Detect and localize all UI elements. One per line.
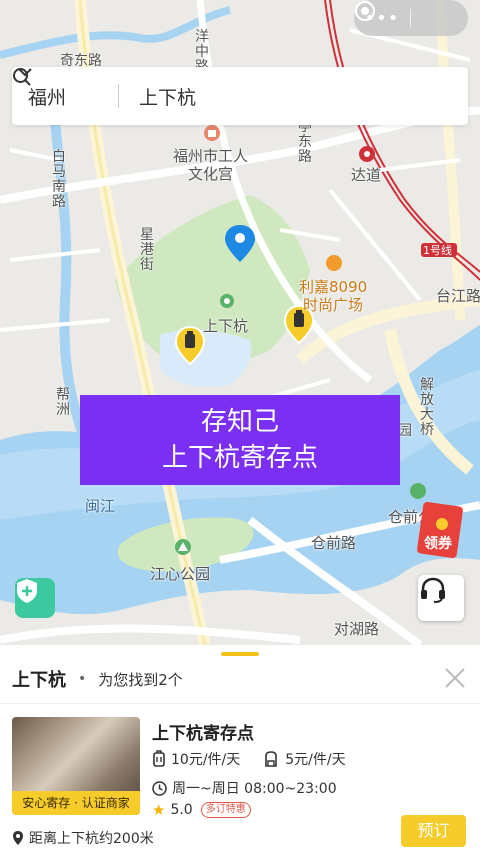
search-input[interactable]: 上下杭 (139, 83, 196, 110)
banner-brand: 存知己 (200, 407, 279, 437)
coupon-button[interactable]: 领券 (416, 500, 470, 560)
book-button[interactable]: 预订 (401, 815, 466, 847)
map-label-cangqian-road: 仓前路 (311, 534, 357, 552)
backpack-icon (265, 751, 278, 767)
hours-value: 周一~周日 08:00~23:00 (172, 781, 337, 797)
map-label-xinggang-street: 星港街 (140, 227, 154, 273)
city-label: 福州 (28, 86, 67, 109)
price-large-luggage: 5元/件/天 (262, 749, 346, 769)
price-row: 10元/件/天 5元/件/天 (152, 749, 368, 769)
results-header: 上下杭 • 为您找到2个 (12, 665, 468, 693)
clock-icon (152, 780, 167, 796)
sheet-divider (0, 703, 480, 704)
opening-hours: 周一~周日 08:00~23:00 (152, 778, 337, 798)
map-label-minjiang: 闽江 (85, 497, 116, 515)
results-place: 上下杭 (12, 670, 66, 691)
map-label-jiangxin-park: 江心公园 (150, 565, 211, 583)
map-label-duihu-road: 对湖路 (334, 620, 380, 638)
coupon-label: 领券 (424, 536, 452, 552)
rating-value: 5.0 (170, 802, 193, 818)
distance-value: 距离上下杭约200米 (29, 831, 154, 847)
map-label-east-road: 亭东路 (298, 119, 312, 165)
map-label-lijia-2: 时尚广场 (303, 296, 364, 314)
small-luggage-icon (153, 750, 165, 767)
headset-icon (421, 577, 445, 603)
map-label-culture-palace-2: 文化宫 (188, 165, 234, 183)
rating-row: ★ 5.0 多订特惠 (152, 801, 251, 819)
miniapp-capsule: ••• (354, 0, 468, 36)
results-sheet: 上下杭 • 为您找到2个 安心寄存 · 认证商家 上下杭寄存点 10元/件/天 … (0, 645, 480, 865)
distance-row: 距离上下杭约200米 (12, 828, 154, 848)
shield-plus-icon (17, 579, 37, 603)
map-label-shangxiahang: 上下杭 (203, 317, 249, 335)
location-marker-icon (13, 831, 23, 845)
store-banner: 存知己 上下杭寄存点 (80, 395, 400, 485)
map-label-dadao: 达道 (351, 166, 382, 184)
promo-tag: 多订特惠 (200, 802, 251, 818)
customer-service-button[interactable] (418, 575, 464, 621)
price-small-luggage: 10元/件/天 (152, 749, 240, 769)
safety-button[interactable] (15, 578, 55, 618)
store-thumbnail[interactable]: 安心寄存 · 认证商家 (12, 717, 140, 815)
map-label-taijiang-road: 台江路 (436, 287, 480, 305)
results-separator: • (78, 671, 87, 687)
search-divider (118, 84, 119, 108)
star-icon: ★ (152, 801, 166, 819)
store-title[interactable]: 上下杭寄存点 (152, 719, 254, 744)
price-small-value: 10元/件/天 (171, 752, 241, 768)
map-label-metro-line: 1号线 (423, 244, 452, 257)
banner-store-name: 上下杭寄存点 (161, 443, 318, 473)
map-label-baima-road: 白马南路 (52, 149, 66, 210)
results-count: 为您找到2个 (98, 670, 183, 689)
capsule-divider (410, 9, 411, 27)
search-bar: 福州 上下杭 (12, 67, 468, 125)
price-large-value: 5元/件/天 (285, 752, 346, 768)
target-circle-icon (355, 1, 375, 21)
map-label-yuan: 园 (398, 423, 412, 439)
map-label-jiefang-bridge: 解放大桥 (420, 377, 434, 438)
close-icon[interactable] (442, 665, 468, 691)
map-label-bangzhou: 帮洲 (56, 387, 70, 418)
sheet-handle[interactable] (221, 652, 259, 656)
certified-badge: 安心寄存 · 认证商家 (12, 791, 140, 815)
map-view[interactable]: 福州市工人 文化宫 达道 1号线 利嘉8090 时尚广场 上下杭 江心公园 仓前… (0, 0, 480, 645)
